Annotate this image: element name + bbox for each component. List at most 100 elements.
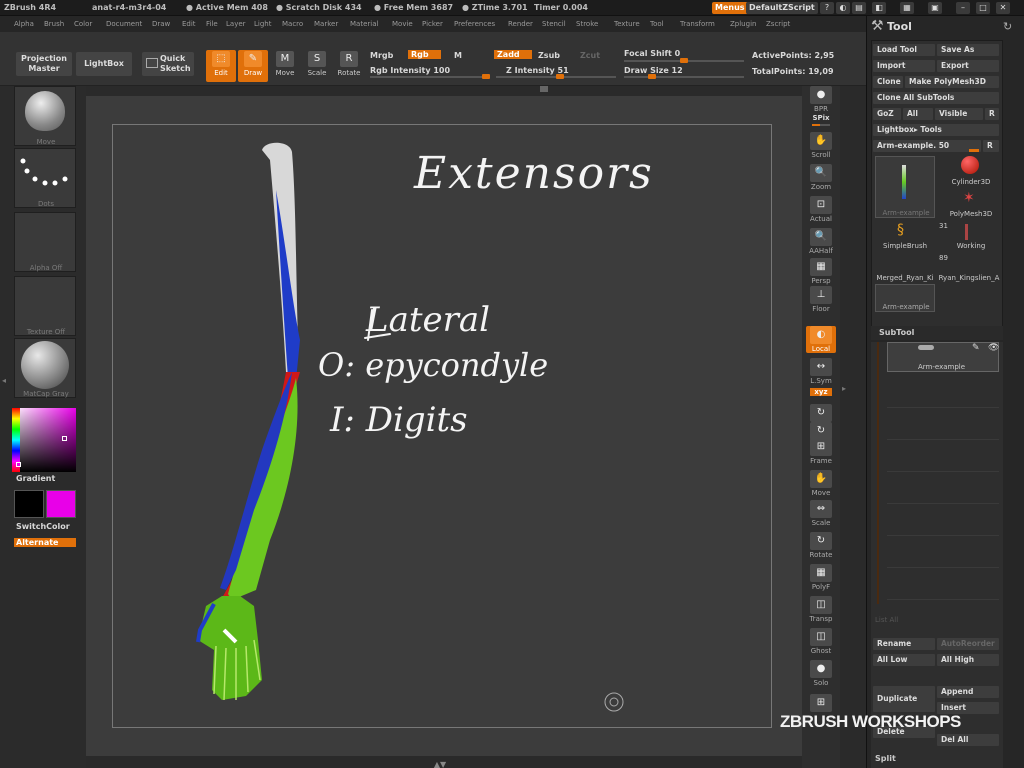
goz-visible-button[interactable]: Visible xyxy=(935,108,983,120)
subtool-header[interactable]: SubTool xyxy=(871,326,1003,340)
arm-model xyxy=(196,142,300,701)
goz-button[interactable]: GoZ xyxy=(873,108,901,120)
spix-label: SPix xyxy=(812,114,830,122)
shelf-persp-button[interactable]: ▦ Persp xyxy=(806,258,836,285)
shelf-actual-button[interactable]: ⊡ Actual xyxy=(806,196,836,223)
goz-r-button[interactable]: R xyxy=(985,108,999,120)
make-polymesh-button[interactable]: Make PolyMesh3D xyxy=(905,76,999,88)
import-button[interactable]: Import xyxy=(873,60,935,72)
hand-tendons xyxy=(198,596,262,700)
shelf-move-button[interactable]: ✋ Move xyxy=(806,470,836,497)
shelf-bpr-button[interactable]: ● BPR xyxy=(806,86,836,113)
shelf-extra-icon: ↻ xyxy=(810,404,832,422)
tool-tile-arm-example-2[interactable]: Arm-example xyxy=(875,284,935,312)
shelf-label: Transp xyxy=(809,615,833,623)
autoreorder-button[interactable]: AutoReorder xyxy=(937,638,999,650)
shelf-label: Frame xyxy=(810,457,832,465)
hammer-icon: ⚒ xyxy=(871,18,884,34)
polymesh3d-star-icon[interactable]: ✶ xyxy=(963,190,975,206)
shelf-floor-button[interactable]: ⊥ Floor xyxy=(806,286,836,313)
shelf-zoom-button[interactable]: 🔍 Zoom xyxy=(806,164,836,191)
shelf-spix-button[interactable]: SPix xyxy=(806,114,836,126)
current-tool-label: Arm-example. 50 xyxy=(877,141,950,150)
subtool-item-selected[interactable]: ✎ 👁 Arm-example xyxy=(887,342,999,372)
tool-count-label: 89 xyxy=(939,254,948,262)
solo-icon: ● xyxy=(810,660,832,678)
shelf-scale-button[interactable]: ⇔ Scale xyxy=(806,500,836,527)
eye-icon[interactable]: 👁 xyxy=(988,343,999,353)
rename-button[interactable]: Rename xyxy=(873,638,935,650)
shelf-aahalf-button[interactable]: 🔍 AAHalf xyxy=(806,228,836,255)
subtool-item-label: Arm-example xyxy=(918,363,966,371)
refresh-icon[interactable]: ↻ xyxy=(1003,20,1012,33)
xyz-button[interactable]: xyz xyxy=(810,388,832,396)
shelf-xyz-button[interactable]: xyz xyxy=(806,388,836,396)
clone-button[interactable]: Clone xyxy=(873,76,903,88)
subtool-empty-slot[interactable] xyxy=(887,540,999,568)
brush-cursor-center-icon xyxy=(609,697,619,707)
subtool-scrollbar[interactable] xyxy=(877,342,879,604)
annotation-title: Extensors xyxy=(414,148,654,199)
all-high-button[interactable]: All High xyxy=(937,654,999,666)
shelf-ghost-button[interactable]: ◫ Ghost xyxy=(806,628,836,655)
right-shelf: ● BPR SPix ✋ Scroll 🔍 Zoom ⊡ Actual 🔍 AAHalf ▦ Persp… xyxy=(802,86,840,768)
brush-edit-icon[interactable]: ✎ xyxy=(972,343,980,353)
subtool-empty-slot[interactable] xyxy=(887,508,999,536)
shelf-label: PolyF xyxy=(811,583,831,591)
rotate-icon: ↻ xyxy=(810,532,832,550)
subtool-toggle-icon[interactable] xyxy=(918,345,934,350)
append-button[interactable]: Append xyxy=(937,686,999,698)
scale-icon: ⇔ xyxy=(810,500,832,518)
bpr-icon: ● xyxy=(810,86,832,104)
shelf-solo-button[interactable]: ● Solo xyxy=(806,660,836,687)
shelf-extra-11-button[interactable]: ↻ xyxy=(806,404,836,423)
shelf-label: Move xyxy=(811,489,831,497)
simplebrush-icon[interactable]: § xyxy=(897,222,904,238)
del-all-button[interactable]: Del All xyxy=(937,734,999,746)
right-shelf-collapse-icon[interactable]: ▸ xyxy=(842,384,846,393)
shelf-scroll-button[interactable]: ✋ Scroll xyxy=(806,132,836,159)
save-as-button[interactable]: Save As xyxy=(937,44,999,56)
shelf-lsym-button[interactable]: ↔ L.Sym xyxy=(806,358,836,385)
current-tool-slider-knob[interactable] xyxy=(969,149,979,152)
tool-tile-arm-example[interactable]: Arm-example xyxy=(875,156,935,218)
shelf-rotate-button[interactable]: ↻ Rotate xyxy=(806,532,836,559)
subtool-empty-slot[interactable] xyxy=(887,380,999,408)
shelf-label: Scale xyxy=(811,519,831,527)
subtool-empty-slot[interactable] xyxy=(887,444,999,472)
subtool-empty-slot[interactable] xyxy=(887,412,999,440)
goz-all-button[interactable]: All xyxy=(903,108,933,120)
all-low-button[interactable]: All Low xyxy=(873,654,935,666)
floor-icon: ⊥ xyxy=(810,286,832,304)
tool-tile-label: Arm-example xyxy=(882,303,930,311)
lightbox-tools-button[interactable]: Lightbox▸ Tools xyxy=(873,124,999,136)
subtool-empty-slot[interactable] xyxy=(887,476,999,504)
split-header[interactable]: Split xyxy=(875,754,896,763)
tool-tile-label: Cylinder3D xyxy=(951,178,991,186)
subtool-empty-slot[interactable] xyxy=(887,572,999,600)
cylinder3d-icon[interactable] xyxy=(961,156,979,174)
tool-tile-label: Merged_Ryan_Ki xyxy=(876,274,934,282)
polyf-icon: ▦ xyxy=(810,564,832,582)
current-tool-slider[interactable]: Arm-example. 50 xyxy=(873,140,981,152)
lsym-icon: ↔ xyxy=(810,358,832,376)
duplicate-button[interactable]: Duplicate xyxy=(873,686,935,712)
tool-palette-title: Tool xyxy=(887,20,912,33)
list-all-button[interactable]: List All xyxy=(875,616,898,624)
spix-slider[interactable] xyxy=(812,124,830,126)
brush-cursor-ring-icon xyxy=(604,692,624,712)
shelf-label: Actual xyxy=(810,215,832,223)
load-tool-button[interactable]: Load Tool xyxy=(873,44,935,56)
shelf-extra-21-button[interactable]: ⊞ xyxy=(806,694,836,713)
extensor-muscle-green xyxy=(228,378,298,600)
shelf-frame-button[interactable]: ⊞ Frame xyxy=(806,438,836,465)
shelf-polyf-button[interactable]: ▦ PolyF xyxy=(806,564,836,591)
annotation-line-2: O: epycondyle xyxy=(318,346,549,384)
shelf-local-button[interactable]: ◐ Local xyxy=(806,326,836,353)
working-thumbnail-icon[interactable] xyxy=(965,224,968,240)
tool-r-button[interactable]: R xyxy=(983,140,999,152)
shelf-transp-button[interactable]: ◫ Transp xyxy=(806,596,836,623)
clone-all-subtools-button[interactable]: Clone All SubTools xyxy=(873,92,999,104)
frame-icon: ⊞ xyxy=(810,438,832,456)
export-button[interactable]: Export xyxy=(937,60,999,72)
